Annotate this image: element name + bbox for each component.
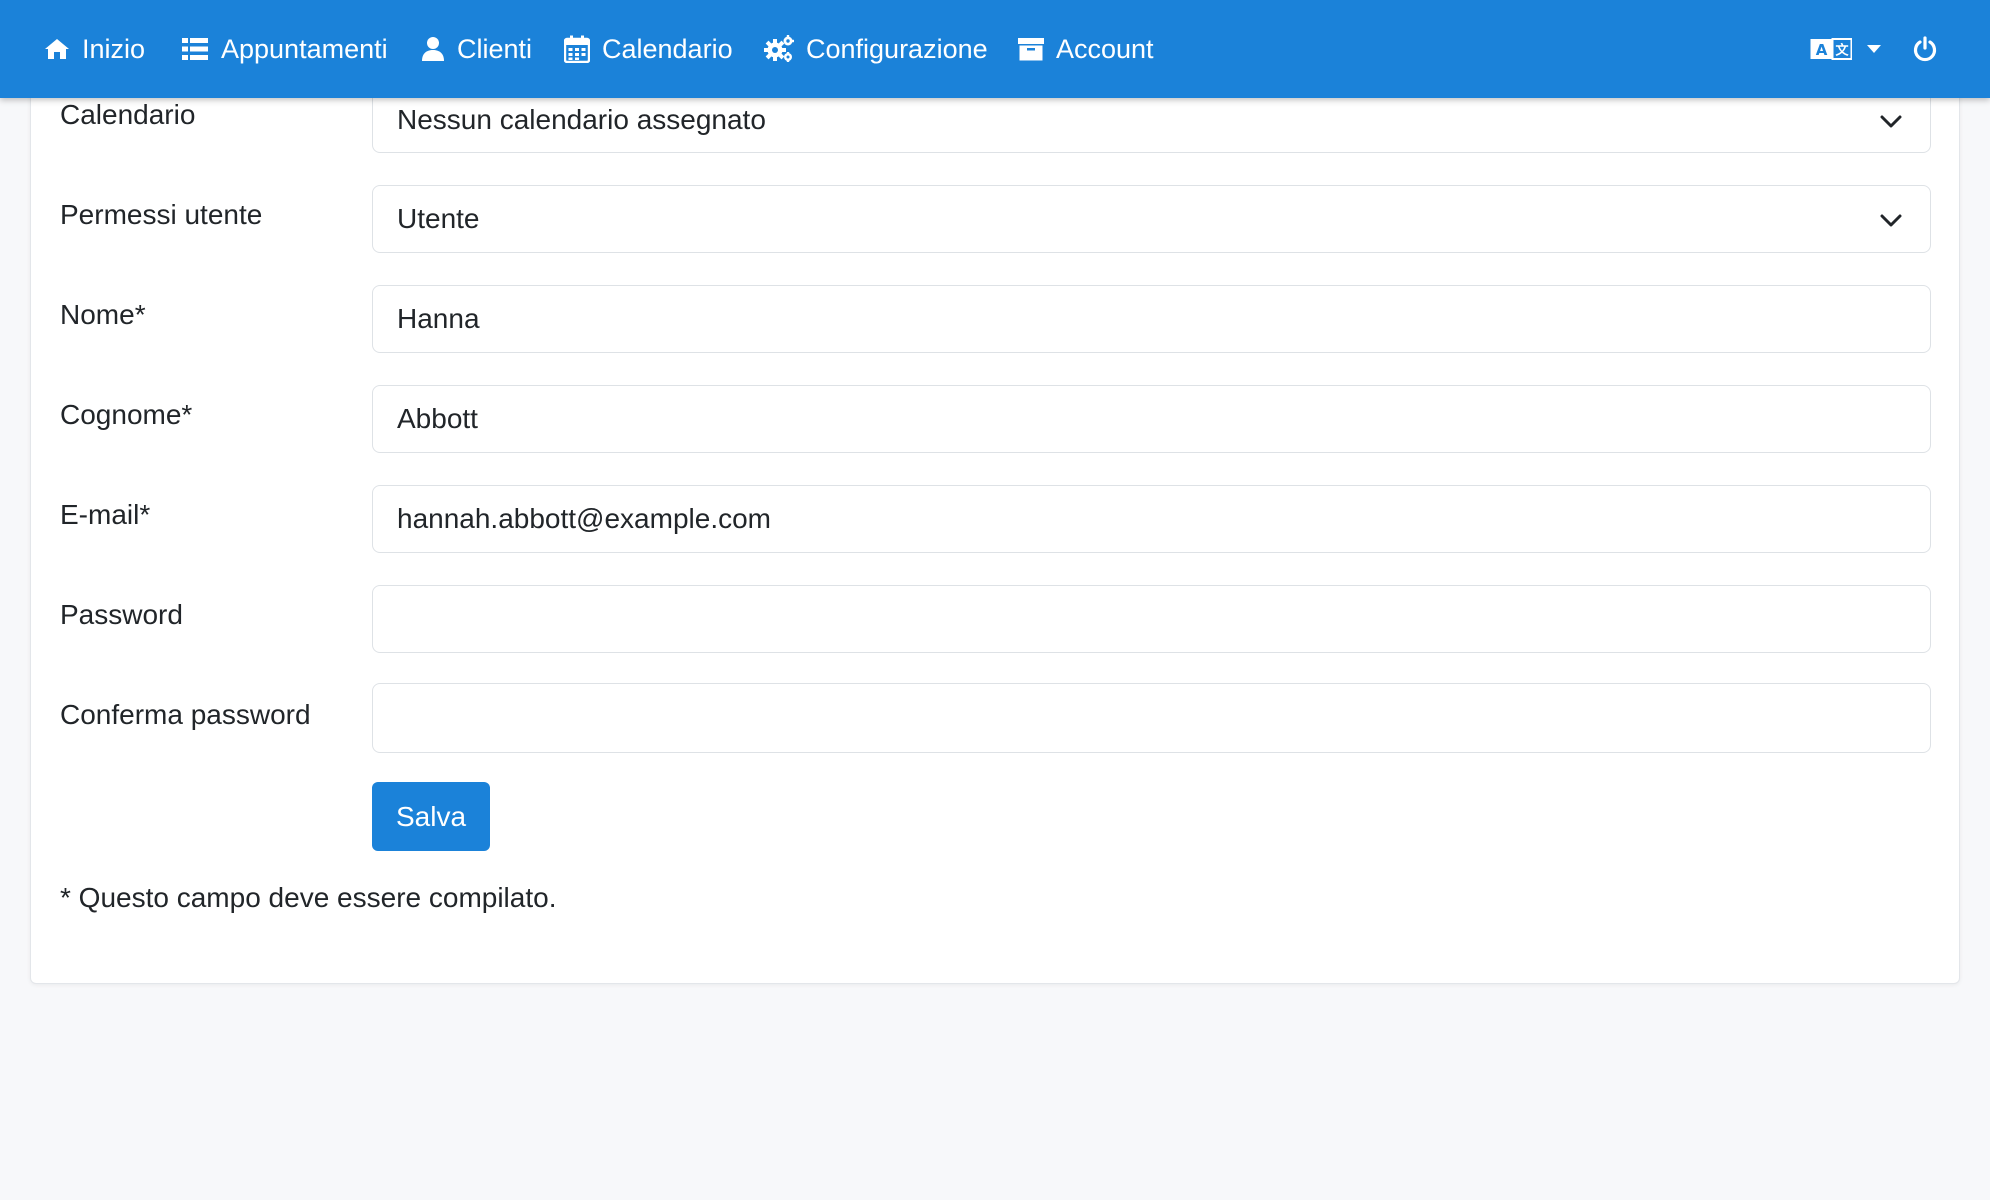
user-icon — [421, 36, 445, 62]
chevron-down-icon — [1880, 203, 1902, 235]
svg-text:文: 文 — [1835, 43, 1849, 59]
password-field[interactable] — [372, 585, 1931, 653]
nav-item-label: Clienti — [457, 33, 533, 64]
first-name-label: Nome* — [60, 299, 146, 330]
required-field-note: * Questo campo deve essere compilato. — [60, 882, 557, 913]
nav-item-account[interactable]: Account — [1018, 0, 1154, 98]
nav-item-clients[interactable]: Clienti — [421, 0, 532, 98]
email-label: E-mail* — [60, 499, 151, 530]
email-field[interactable]: hannah.abbott@example.com — [372, 485, 1931, 553]
svg-text:A: A — [1816, 41, 1828, 59]
home-icon — [44, 37, 70, 61]
nav-item-label: Calendario — [602, 33, 733, 64]
nav-item-label: Inizio — [82, 33, 146, 64]
top-navbar: Inizio Appuntamenti Clienti Calendario C… — [0, 0, 1990, 98]
logout-button[interactable] — [1912, 0, 1938, 98]
nav-item-home[interactable]: Inizio — [44, 0, 145, 98]
nav-item-configuration[interactable]: Configurazione — [764, 0, 988, 98]
caret-down-icon — [1866, 44, 1882, 54]
nav-item-appointments[interactable]: Appuntamenti — [181, 0, 388, 98]
nav-item-label: Appuntamenti — [221, 33, 388, 64]
first-name-field[interactable]: Hanna — [372, 285, 1931, 353]
last-name-field[interactable]: Abbott — [372, 385, 1931, 453]
last-name-label: Cognome* — [60, 399, 193, 430]
cogs-icon — [764, 35, 794, 63]
language-icon: A 文 — [1810, 37, 1852, 61]
power-icon — [1912, 36, 1938, 62]
nav-item-label: Account — [1056, 33, 1154, 64]
calendar-select-value: Nessun calendario assegnato — [397, 103, 766, 135]
save-button[interactable]: Salva — [372, 782, 490, 851]
language-selector[interactable]: A 文 — [1810, 0, 1882, 98]
archive-icon — [1018, 37, 1044, 61]
confirm-password-field[interactable] — [372, 683, 1931, 753]
calendar-icon — [564, 35, 590, 63]
nav-item-label: Configurazione — [806, 33, 988, 64]
permissions-select[interactable]: Utente — [372, 185, 1931, 253]
confirm-password-label: Conferma password — [60, 699, 311, 730]
permissions-select-value: Utente — [397, 203, 480, 234]
nav-item-calendar[interactable]: Calendario — [564, 0, 733, 98]
list-icon — [181, 37, 209, 61]
chevron-down-icon — [1880, 104, 1902, 136]
permissions-label: Permessi utente — [60, 199, 263, 230]
password-label: Password — [60, 599, 183, 630]
calendar-label: Calendario — [60, 99, 196, 130]
